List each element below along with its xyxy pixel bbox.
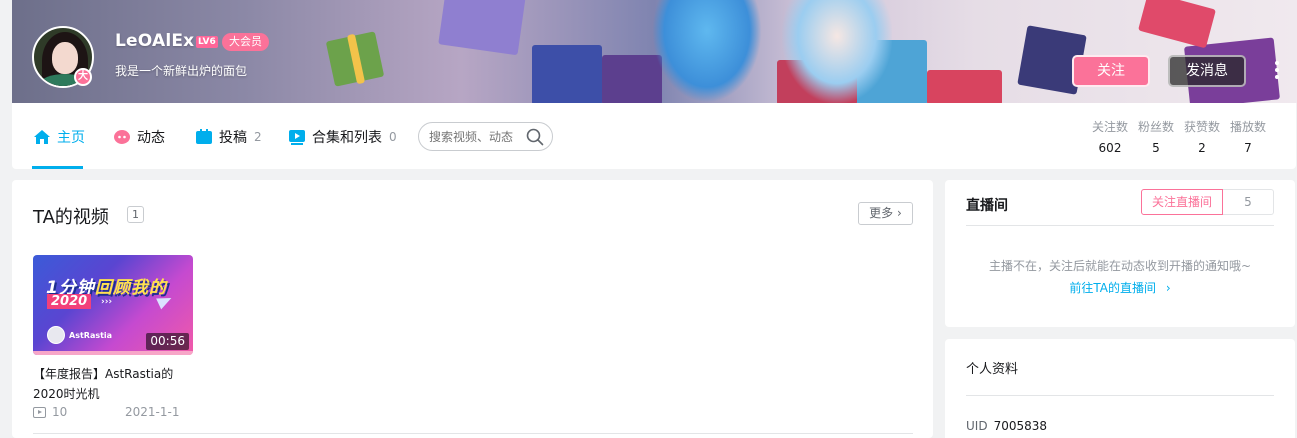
stat-label: 关注数 bbox=[1091, 120, 1128, 134]
goto-live-link[interactable]: 前往TA的直播间 › bbox=[945, 279, 1295, 296]
user-stats: 关注数 602 粉丝数 5 获赞数 2 播放数 7 bbox=[1087, 120, 1271, 156]
stat-likes: 获赞数 2 bbox=[1179, 120, 1225, 156]
thumb-owner: AstRastia bbox=[69, 331, 113, 340]
video-count-badge: 1 bbox=[127, 206, 144, 223]
chevron-right-icon: › bbox=[897, 206, 902, 220]
tab-count: 0 bbox=[389, 130, 397, 144]
dynamic-icon bbox=[113, 129, 131, 145]
stat-following[interactable]: 关注数 602 bbox=[1087, 120, 1133, 156]
banner-gift-box bbox=[438, 0, 526, 56]
stat-label: 粉丝数 bbox=[1137, 120, 1174, 134]
live-status-text: 主播不在，关注后就能在动态收到开播的通知哦~ bbox=[988, 259, 1252, 273]
tab-collections[interactable]: 合集和列表 0 bbox=[288, 127, 397, 147]
uid-label: UID bbox=[966, 419, 988, 433]
banner-gift-box bbox=[927, 70, 1002, 103]
active-tab-indicator bbox=[32, 166, 83, 169]
uid-row: UID 7005838 bbox=[966, 419, 1047, 433]
tab-label: 动态 bbox=[137, 130, 165, 146]
thumb-text-part: 回顾我的 bbox=[94, 278, 167, 298]
stat-label: 获赞数 bbox=[1183, 120, 1220, 134]
goto-live-label: 前往TA的直播间 bbox=[1069, 281, 1156, 295]
user-signature: 我是一个新鲜出炉的面包 bbox=[115, 64, 248, 78]
thumb-bottom-bar bbox=[33, 351, 193, 355]
avatar-vip-badge: 大 bbox=[74, 68, 92, 86]
chevron-right-icon: › bbox=[1165, 281, 1171, 295]
play-count-value: 10 bbox=[52, 405, 68, 419]
banner-character bbox=[652, 0, 762, 103]
more-vertical-icon[interactable] bbox=[1270, 58, 1284, 84]
home-icon bbox=[33, 129, 51, 145]
tab-dynamic[interactable]: 动态 bbox=[113, 127, 165, 147]
profile-banner: 大 LeOAlEx LV6 大会员 我是一个新鲜出炉的面包 关注 发消息 bbox=[12, 0, 1297, 103]
live-follow-count: 5 bbox=[1223, 189, 1274, 215]
stat-label: 播放数 bbox=[1229, 120, 1266, 134]
search-icon[interactable] bbox=[526, 128, 544, 146]
stat-value: 2 bbox=[1198, 141, 1206, 155]
profile-title: 个人资料 bbox=[966, 362, 1019, 377]
uid-value: 7005838 bbox=[993, 419, 1048, 433]
tab-uploads[interactable]: 投稿 2 bbox=[195, 127, 262, 147]
video-play-count: 10 bbox=[33, 405, 67, 419]
send-message-button[interactable]: 发消息 bbox=[1168, 55, 1246, 87]
owner-avatar bbox=[47, 326, 65, 344]
more-videos-button[interactable]: 更多 › bbox=[858, 202, 913, 225]
space-search bbox=[418, 122, 553, 151]
stat-followers[interactable]: 粉丝数 5 bbox=[1133, 120, 1179, 156]
banner-character bbox=[782, 0, 892, 103]
profile-nav: 主页 动态 投稿 2 合集和列表 0 关注数 602 粉丝数 5 bbox=[12, 103, 1296, 169]
live-title: 直播间 bbox=[966, 198, 1008, 214]
tab-home[interactable]: 主页 bbox=[33, 127, 85, 147]
divider bbox=[33, 433, 913, 434]
videos-section: TA的视频 1 更多 › 1分钟回顾我的 2020 ››› AstRastia … bbox=[12, 180, 933, 438]
video-date: 2021-1-1 bbox=[125, 405, 180, 419]
stat-value: 602 bbox=[1098, 141, 1122, 155]
video-duration: 00:56 bbox=[146, 333, 189, 350]
tab-count: 2 bbox=[254, 130, 262, 144]
video-thumbnail[interactable]: 1分钟回顾我的 2020 ››› AstRastia 00:56 bbox=[33, 255, 193, 355]
level-badge: LV6 bbox=[196, 36, 218, 48]
tab-label: 主页 bbox=[57, 130, 85, 146]
section-title: TA的视频 bbox=[33, 207, 109, 228]
live-room-card: 直播间 关注直播间 5 主播不在，关注后就能在动态收到开播的通知哦~ 前往TA的… bbox=[945, 180, 1295, 327]
stat-value: 7 bbox=[1244, 141, 1252, 155]
divider bbox=[966, 395, 1274, 396]
stat-plays: 播放数 7 bbox=[1225, 120, 1271, 156]
banner-gift-box bbox=[532, 45, 602, 103]
follow-button[interactable]: 关注 bbox=[1072, 55, 1150, 87]
thumb-year: 2020 bbox=[47, 294, 92, 309]
banner-gift-box bbox=[1138, 0, 1216, 49]
follow-live-button[interactable]: 关注直播间 bbox=[1141, 189, 1223, 215]
avatar-face bbox=[52, 42, 78, 74]
more-label: 更多 bbox=[869, 206, 894, 220]
profile-info-card: 个人资料 UID 7005838 bbox=[945, 339, 1295, 438]
divider bbox=[966, 225, 1274, 226]
video-title[interactable]: 【年度报告】AstRastia的2020时光机 bbox=[33, 364, 183, 404]
search-input[interactable] bbox=[429, 129, 524, 145]
tab-label: 合集和列表 bbox=[312, 130, 382, 146]
vip-badge[interactable]: 大会员 bbox=[222, 33, 269, 51]
username: LeOAlEx bbox=[115, 31, 195, 51]
collection-icon bbox=[288, 129, 306, 145]
upload-icon bbox=[195, 129, 213, 145]
tab-label: 投稿 bbox=[219, 130, 247, 146]
thumb-arrows: ››› bbox=[101, 297, 113, 307]
play-count-icon bbox=[33, 406, 46, 418]
stat-value: 5 bbox=[1152, 141, 1160, 155]
